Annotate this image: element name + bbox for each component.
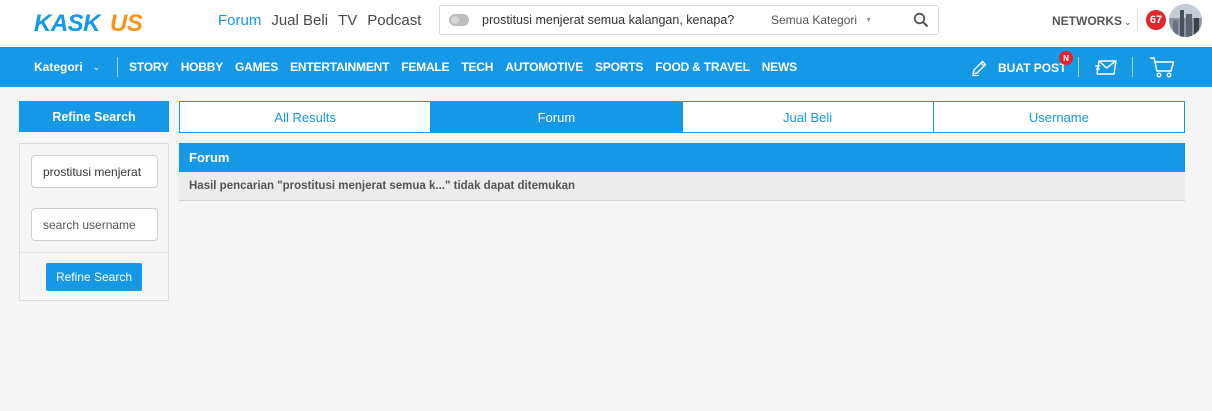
nav-tv[interactable]: TV [338,12,357,29]
mail-icon[interactable] [1095,60,1117,75]
search-category-label: Semua Kategori [771,13,858,27]
divider [117,57,118,77]
search-mode-toggle[interactable] [449,14,469,26]
search-bar: Semua Kategori ▼ [439,5,939,35]
networks-label: NETWORKS [1052,14,1122,28]
category-link-news[interactable]: NEWS [762,60,797,74]
divider [1078,57,1079,77]
notification-badge[interactable]: 67 [1146,10,1166,30]
networks-menu[interactable]: NETWORKS ⌄ [1052,14,1132,28]
search-category-select[interactable]: Semua Kategori ▼ [771,13,872,27]
category-link-tech[interactable]: TECH [461,60,493,74]
nav-jual-beli[interactable]: Jual Beli [271,12,328,29]
category-bar: Kategori ⌄ STORY HOBBY GAMES ENTERTAINME… [0,47,1212,87]
category-link-sports[interactable]: SPORTS [595,60,643,74]
tab-all-results[interactable]: All Results [180,102,432,132]
nav-podcast[interactable]: Podcast [367,12,421,29]
divider [1137,10,1138,32]
category-dropdown-label: Kategori [34,60,83,74]
create-post-label: BUAT POST [998,61,1067,75]
category-links: STORY HOBBY GAMES ENTERTAINMENT FEMALE T… [129,47,797,87]
tab-username[interactable]: Username [934,102,1184,132]
nav-forum[interactable]: Forum [218,12,261,29]
category-link-games[interactable]: GAMES [235,60,278,74]
category-link-female[interactable]: FEMALE [401,60,449,74]
pencil-icon [972,60,987,77]
tab-forum[interactable]: Forum [431,102,683,132]
category-link-story[interactable]: STORY [129,60,169,74]
category-link-hobby[interactable]: HOBBY [181,60,224,74]
refine-search-panel: prostitusi menjerat search username Refi… [19,143,169,301]
top-nav: Forum Jual Beli TV Podcast [218,0,421,41]
divider [20,252,168,253]
svg-text:KASK: KASK [34,10,102,35]
chevron-down-icon: ⌄ [1124,17,1132,27]
username-search-field[interactable]: search username [31,208,158,241]
category-link-entertainment[interactable]: ENTERTAINMENT [290,60,389,74]
category-link-automotive[interactable]: AUTOMOTIVE [505,60,583,74]
refine-search-button[interactable]: Refine Search [46,263,142,291]
category-link-food-travel[interactable]: FOOD & TRAVEL [655,60,750,74]
tab-jual-beli[interactable]: Jual Beli [683,102,934,132]
result-tabs: All Results Forum Jual Beli Username [179,101,1185,133]
cart-icon[interactable] [1149,56,1175,78]
new-badge: N [1059,51,1073,65]
svg-text:US: US [110,10,143,35]
divider [1132,57,1133,77]
category-dropdown[interactable]: Kategori ⌄ [34,60,100,74]
refine-search-title: Refine Search [19,101,169,132]
search-icon[interactable] [913,12,929,28]
create-post-button[interactable]: BUAT POST [970,59,1066,77]
caret-down-icon: ▼ [865,16,872,24]
kaskus-logo[interactable]: KASK US [34,9,184,35]
keyword-field[interactable]: prostitusi menjerat [31,155,158,188]
avatar[interactable] [1169,4,1202,37]
results-section-title: Forum [179,143,1185,172]
no-results-message: Hasil pencarian "prostitusi menjerat sem… [179,172,1185,201]
search-input[interactable] [482,13,767,27]
top-header: KASK US Forum Jual Beli TV Podcast Semua… [0,0,1212,47]
chevron-down-icon: ⌄ [92,61,101,72]
